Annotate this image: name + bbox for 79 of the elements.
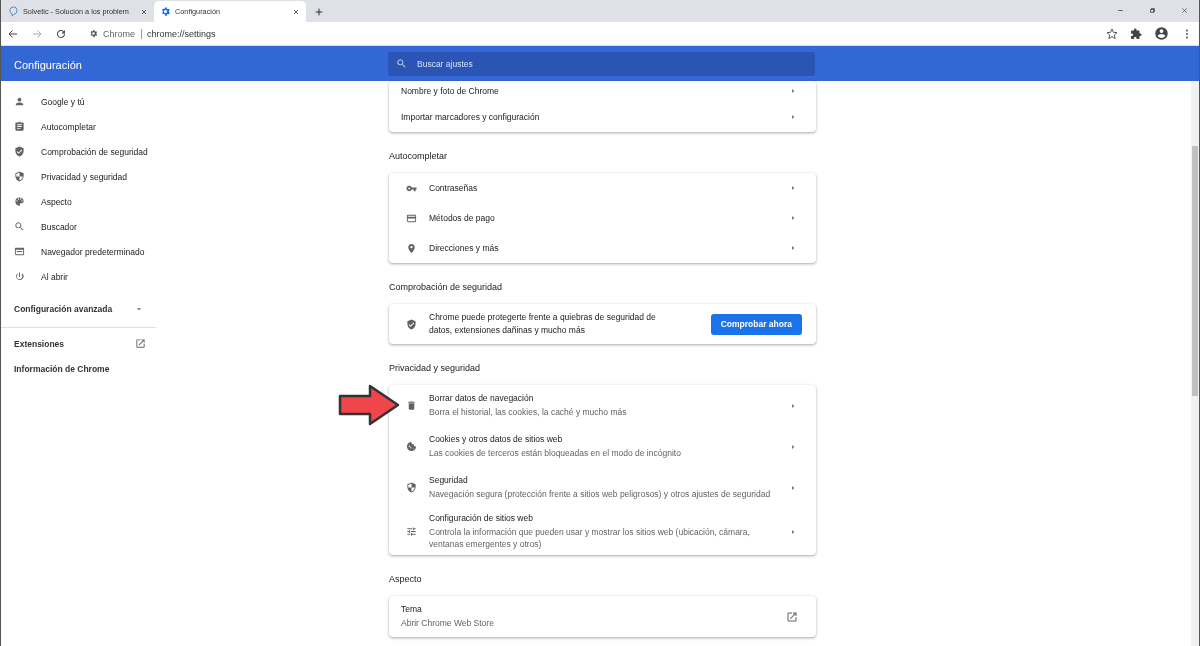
sliders-icon: [406, 526, 417, 537]
clipboard-icon: [14, 121, 25, 132]
row-title: Contraseñas: [429, 183, 479, 193]
account-icon[interactable]: [1154, 26, 1169, 41]
row-title: Tema: [401, 604, 423, 614]
site-label: Chrome: [103, 28, 142, 39]
section-heading: Privacidad y seguridad: [389, 362, 482, 375]
row-subtitle: Abrir Chrome Web Store: [401, 617, 495, 629]
credit-card-icon: [406, 212, 417, 224]
close-icon[interactable]: [292, 7, 300, 16]
power-icon: [14, 271, 25, 282]
shield-check-icon: [14, 146, 25, 157]
puzzle-icon[interactable]: [1130, 27, 1142, 40]
browser-window-icon: [14, 246, 25, 257]
settings-row[interactable]: Métodos de pago: [389, 203, 816, 233]
sidebar-item[interactable]: Aspecto: [1, 189, 201, 214]
restore-icon[interactable]: [1148, 6, 1157, 15]
section-heading: Aspecto: [389, 573, 423, 586]
location-pin-icon: [406, 242, 417, 254]
shield-icon: [406, 482, 417, 493]
settings-row[interactable]: Cookies y otros datos de sitios web Las cookies de terceros están bloqueadas en el modo de incógnito: [389, 426, 816, 467]
sidebar-link[interactable]: Información de Chrome: [1, 356, 201, 381]
row-title: Nombre y foto de Chrome: [401, 86, 500, 96]
cookie-icon: [406, 441, 417, 452]
external-link-icon[interactable]: [786, 610, 798, 623]
settings-row[interactable]: Configuración de sitios web Controla la información que pueden usar y mostrar los sitios web (ubicación, cámara, ventanas emergentes y otros): [389, 508, 816, 555]
callout-arrow: [337, 383, 401, 427]
row-title: Borrar datos de navegación: [429, 393, 535, 403]
reload-icon[interactable]: [55, 27, 67, 40]
sidebar-item[interactable]: Buscador: [1, 214, 201, 239]
advanced-settings-toggle[interactable]: Configuración avanzada: [1, 294, 201, 324]
sidebar-item[interactable]: Comprobación de seguridad: [1, 139, 201, 164]
sidebar-item[interactable]: Google y tú: [1, 89, 201, 114]
section-heading: Autocompletar: [389, 150, 449, 163]
shield-icon: [14, 171, 25, 182]
settings-title: Configuración: [14, 58, 82, 71]
bookmark-star-icon[interactable]: [1106, 27, 1118, 40]
address-bar[interactable]: chrome://settings: [147, 28, 216, 39]
row-title: Importar marcadores y configuración: [401, 111, 541, 122]
new-tab-icon[interactable]: [314, 7, 324, 17]
check-now-button[interactable]: Comprobar ahora: [710, 313, 802, 335]
close-icon[interactable]: [140, 7, 148, 16]
row-title: Configuración de sitios web: [429, 513, 534, 523]
sidebar-item[interactable]: Navegador predeterminado: [1, 239, 201, 264]
settings-row[interactable]: Tema Abrir Chrome Web Store: [389, 596, 816, 637]
settings-icon: [89, 29, 98, 38]
row-subtitle: Navegación segura (protección frente a sitios web peligrosos) y otros ajustes de seguridad: [429, 488, 772, 500]
settings-row[interactable]: Chrome puede protegerte frente a quiebras de seguridad de datos, extensiones dañinas y mucho más Comprobar ahora: [389, 304, 816, 344]
row-description: Chrome puede protegerte frente a quiebras de seguridad de datos, extensiones dañinas y mucho más: [429, 311, 657, 337]
sidebar-item[interactable]: Privacidad y seguridad: [1, 164, 201, 189]
row-title: Métodos de pago: [429, 213, 496, 223]
row-subtitle: Controla la información que pueden usar y mostrar los sitios web (ubicación, cámara, ventanas emergentes y otros): [429, 526, 751, 550]
search-icon: [14, 221, 25, 232]
sidebar-link[interactable]: Extensiones: [1, 331, 201, 356]
row-title: Direcciones y más: [429, 243, 500, 253]
close-icon[interactable]: [1180, 6, 1189, 15]
settings-row[interactable]: Contraseñas: [389, 173, 816, 203]
settings-row[interactable]: Borrar datos de navegación Borra el historial, las cookies, la caché y mucho más: [389, 385, 816, 426]
gear-icon: [160, 6, 171, 17]
scrollbar-thumb[interactable]: [1192, 146, 1198, 396]
shield-check-icon: [406, 318, 417, 330]
speech-bubble-icon: [8, 6, 19, 17]
row-title: Cookies y otros datos de sitios web: [429, 434, 564, 444]
settings-row[interactable]: Importar marcadores y configuración: [389, 101, 816, 132]
settings-row[interactable]: Seguridad Navegación segura (protección frente a sitios web peligrosos) y otros ajustes de seguridad: [389, 467, 816, 508]
sidebar-item[interactable]: Autocompletar: [1, 114, 201, 139]
back-icon[interactable]: [7, 27, 19, 40]
palette-icon: [14, 196, 25, 207]
scrollbar[interactable]: [1191, 81, 1199, 646]
sidebar-item[interactable]: Al abrir: [1, 264, 201, 289]
row-title: Seguridad: [429, 475, 469, 485]
settings-row[interactable]: Direcciones y más: [389, 233, 816, 263]
row-subtitle: Las cookies de terceros están bloqueadas en el modo de incógnito: [429, 447, 682, 459]
person-icon: [14, 96, 25, 107]
trash-icon: [406, 400, 417, 411]
row-subtitle: Borra el historial, las cookies, la caché y mucho más: [429, 406, 628, 418]
section-heading: Comprobación de seguridad: [389, 281, 504, 294]
settings-row[interactable]: Nombre y foto de Chrome: [389, 81, 816, 101]
search-field[interactable]: Buscar ajustes: [388, 51, 815, 76]
